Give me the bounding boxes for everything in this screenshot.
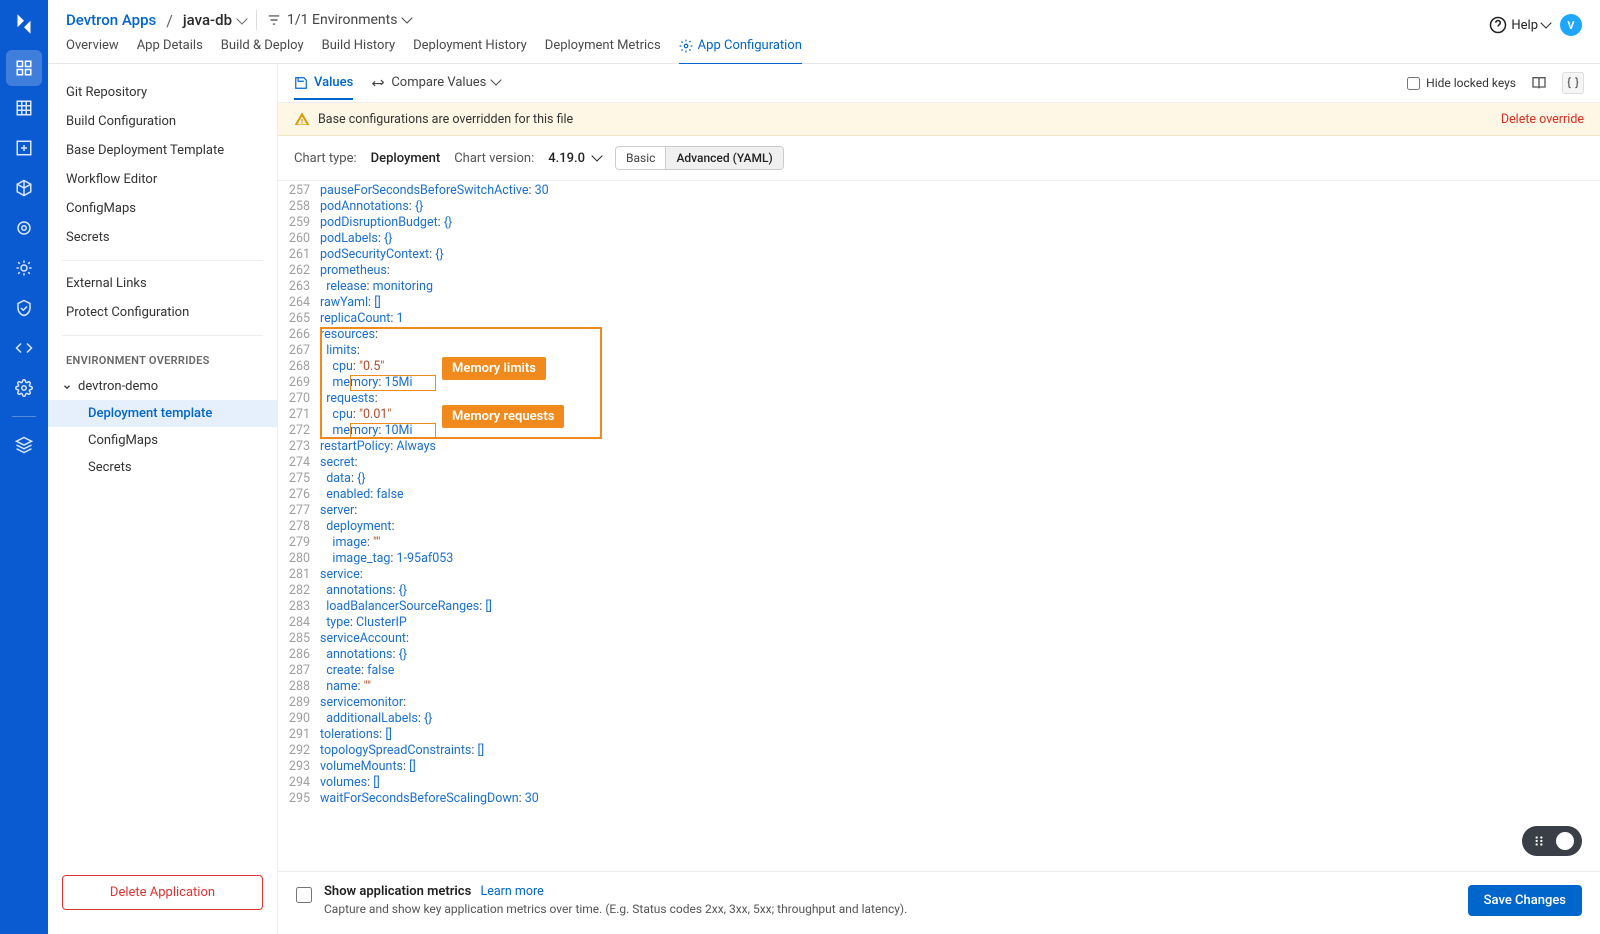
user-avatar[interactable]: V	[1560, 14, 1582, 36]
callout-memory-limits: Memory limits	[442, 357, 546, 380]
drag-handle-icon[interactable]	[1530, 832, 1548, 850]
compare-icon	[371, 76, 385, 90]
filter-icon	[267, 13, 281, 27]
editor-float-actions	[1522, 826, 1582, 856]
hide-locked-keys-toggle[interactable]: Hide locked keys	[1407, 76, 1516, 90]
chevron-down-icon	[492, 75, 500, 90]
callout-memory-requests: Memory requests	[442, 405, 564, 428]
sidebar-item-workflow[interactable]: Workflow Editor	[48, 165, 277, 194]
breadcrumb-app[interactable]: java-db	[183, 11, 246, 29]
learn-more-link[interactable]: Learn more	[481, 884, 544, 899]
warning-bar: Base configurations are overridden for t…	[278, 103, 1600, 136]
app-tabs: Overview App Details Build & Deploy Buil…	[66, 38, 802, 65]
rail-apps-icon[interactable]	[6, 50, 42, 86]
chart-type-value: Deployment	[371, 151, 441, 166]
help-button[interactable]: Help	[1489, 16, 1550, 34]
show-metrics-checkbox[interactable]	[296, 887, 312, 903]
rail-shield-icon[interactable]	[6, 290, 42, 326]
rail-gear-icon[interactable]	[6, 370, 42, 406]
tab-overview[interactable]: Overview	[66, 38, 119, 65]
segment-basic[interactable]: Basic	[616, 147, 665, 169]
delete-override-link[interactable]: Delete override	[1501, 112, 1584, 127]
tab-app-details[interactable]: App Details	[137, 38, 203, 65]
sidebar-item-external-links[interactable]: External Links	[48, 269, 277, 298]
sidebar-item-base-deploy[interactable]: Base Deployment Template	[48, 136, 277, 165]
chevron-down-icon	[1542, 18, 1550, 33]
subtab-compare[interactable]: Compare Values	[371, 75, 500, 100]
sidebar-heading-env-overrides: ENVIRONMENT OVERRIDES	[48, 344, 277, 373]
chevron-down-icon	[403, 12, 411, 28]
tab-app-configuration[interactable]: App Configuration	[679, 38, 802, 65]
braces-icon[interactable]	[1556, 832, 1574, 850]
environment-selector[interactable]: 1/1 Environments	[267, 12, 411, 28]
app-logo	[6, 6, 42, 42]
sidebar-item-git-repo[interactable]: Git Repository	[48, 78, 277, 107]
help-icon	[1489, 16, 1507, 34]
chevron-down-icon	[62, 382, 72, 392]
subtab-values[interactable]: Values	[294, 75, 353, 100]
book-icon[interactable]	[1528, 72, 1550, 94]
sidebar-env-devtron-demo[interactable]: devtron-demo	[48, 373, 277, 400]
sidebar-item-configmaps[interactable]: ConfigMaps	[48, 194, 277, 223]
sidebar-item-secrets[interactable]: Secrets	[48, 223, 277, 252]
tab-deployment-history[interactable]: Deployment History	[413, 38, 527, 65]
tab-build-history[interactable]: Build History	[322, 38, 396, 65]
rail-sun-gear-icon[interactable]	[6, 250, 42, 286]
save-changes-button[interactable]: Save Changes	[1468, 885, 1582, 916]
chevron-down-icon	[238, 11, 246, 29]
gear-icon	[679, 39, 693, 53]
segment-advanced-yaml[interactable]: Advanced (YAML)	[665, 147, 782, 169]
sidebar-sub-configmaps[interactable]: ConfigMaps	[48, 427, 277, 454]
sidebar-item-build-config[interactable]: Build Configuration	[48, 107, 277, 136]
chart-bar: Chart type: Deployment Chart version: 4.…	[278, 136, 1600, 181]
sidebar-sub-deployment-template[interactable]: Deployment template	[48, 400, 277, 427]
tab-deployment-metrics[interactable]: Deployment Metrics	[545, 38, 661, 65]
warning-text: Base configurations are overridden for t…	[318, 112, 573, 127]
rail-add-box-icon[interactable]	[6, 130, 42, 166]
braces-icon[interactable]	[1562, 72, 1584, 94]
warning-icon	[294, 111, 310, 127]
breadcrumb: Devtron Apps / java-db 1/1 Environments	[66, 10, 802, 30]
rail-separator	[12, 416, 36, 417]
metrics-title: Show application metrics Learn more	[324, 884, 907, 899]
rail-cube-icon[interactable]	[6, 170, 42, 206]
sidebar-sub-secrets[interactable]: Secrets	[48, 454, 277, 481]
breadcrumb-root[interactable]: Devtron Apps	[66, 11, 156, 29]
chevron-down-icon	[593, 151, 601, 166]
sidebar-item-protect[interactable]: Protect Configuration	[48, 298, 277, 327]
yaml-editor[interactable]: 257pauseForSecondsBeforeSwitchActive: 30…	[278, 181, 1600, 871]
nav-rail	[0, 0, 48, 934]
delete-application-button[interactable]: Delete Application	[62, 875, 263, 910]
view-mode-segment: Basic Advanced (YAML)	[615, 146, 784, 170]
metrics-description: Capture and show key application metrics…	[324, 902, 907, 916]
values-icon	[294, 76, 308, 90]
hide-locked-checkbox[interactable]	[1407, 77, 1420, 90]
rail-target-icon[interactable]	[6, 210, 42, 246]
rail-code-icon[interactable]	[6, 330, 42, 366]
config-sidebar: Git Repository Build Configuration Base …	[48, 64, 278, 934]
chart-version-value[interactable]: 4.19.0	[548, 151, 601, 166]
rail-grid-icon[interactable]	[6, 90, 42, 126]
tab-build-deploy[interactable]: Build & Deploy	[221, 38, 304, 65]
rail-layers-icon[interactable]	[6, 427, 42, 463]
